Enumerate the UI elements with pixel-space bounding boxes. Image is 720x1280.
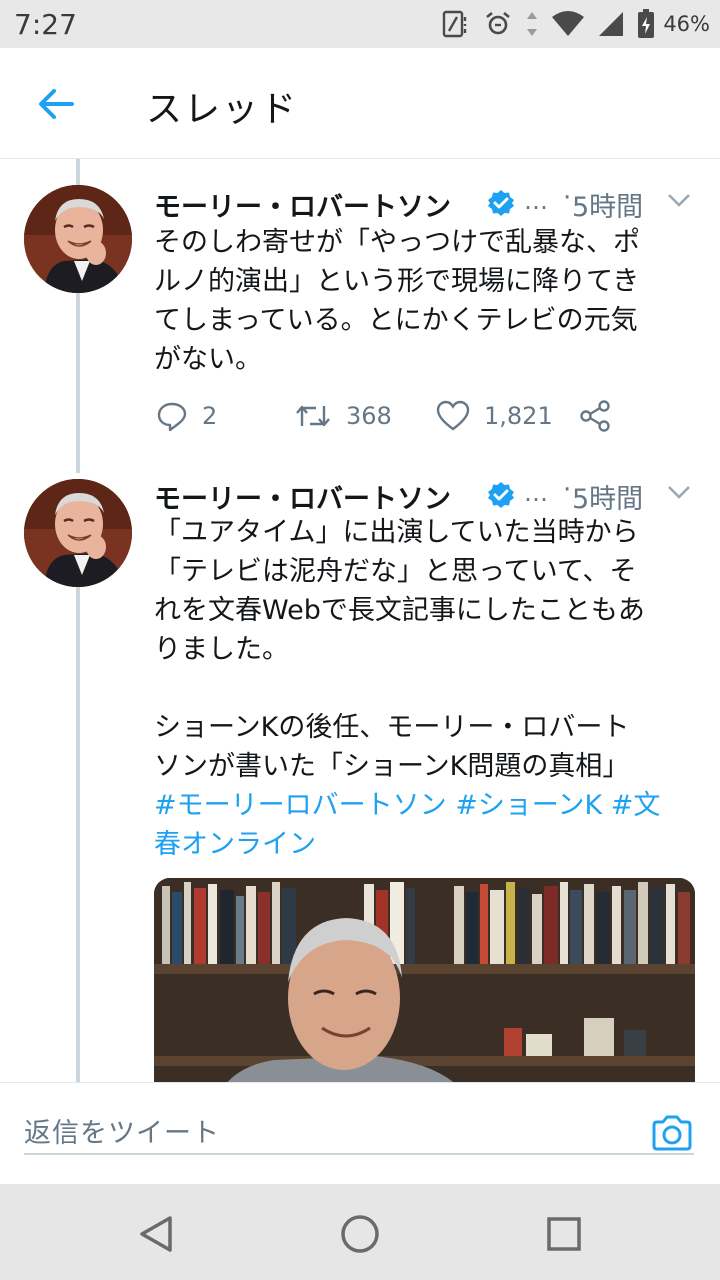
status-time: 7:27 (14, 8, 77, 41)
tweet-text: そのしわ寄せが「やっつけで乱暴な、ポ ルノ的演出」という形で現場に降りてき てし… (154, 227, 640, 375)
tweet-text: 「ユアタイム」に出演していた当時から 「テレビは泥舟だな」と思っていて、そ れを… (154, 517, 645, 782)
system-nav-bar (0, 1184, 720, 1280)
share-icon (580, 400, 610, 432)
data-arrows-icon (527, 12, 538, 36)
tweet-header: モーリー・ロバートソン … · 5時間 (154, 183, 699, 225)
thread-connector (76, 159, 80, 185)
share-button[interactable] (578, 396, 612, 436)
thread-connector (76, 293, 80, 473)
chevron-down-icon[interactable] (666, 189, 692, 211)
author-name[interactable]: モーリー・ロバートソン (154, 185, 451, 224)
top-app-bar: スレッド (0, 48, 720, 159)
alarm-icon (486, 11, 511, 35)
nav-back-icon[interactable] (134, 1212, 178, 1256)
verified-badge-icon (488, 190, 514, 216)
battery-percent: 46% (663, 12, 710, 36)
reply-button[interactable]: 2 (156, 396, 217, 436)
retweet-count: 368 (346, 402, 392, 430)
cell-signal-icon (599, 12, 624, 36)
heart-icon (436, 400, 470, 431)
reply-placeholder: 返信をツイート (24, 1118, 220, 1149)
reply-input[interactable]: 返信をツイート (24, 1105, 694, 1155)
chevron-down-icon[interactable] (666, 481, 692, 503)
page-title: スレッド (146, 89, 299, 130)
tweet-time: 5時間 (572, 484, 644, 515)
camera-icon[interactable] (650, 1113, 694, 1153)
author-name[interactable]: モーリー・ロバートソン (154, 477, 451, 516)
battery-icon (638, 9, 655, 38)
separator-dot: · (563, 475, 572, 505)
thread-connector (76, 587, 80, 1082)
like-count: 1,821 (484, 402, 553, 430)
like-button[interactable]: 1,821 (436, 396, 553, 436)
status-icons: 46% (441, 8, 710, 40)
retweet-icon (296, 405, 330, 427)
tweet-time: 5時間 (572, 192, 644, 223)
tweet-header: モーリー・ロバートソン … · 5時間 (154, 475, 699, 517)
name-ellipsis: … (524, 479, 548, 507)
verified-badge-icon (488, 482, 514, 508)
status-bar: 7:27 46% (0, 0, 720, 48)
reply-icon (157, 402, 187, 432)
reply-count: 2 (202, 402, 218, 430)
name-ellipsis: … (524, 187, 548, 215)
separator-dot: · (563, 183, 572, 213)
wifi-icon (552, 11, 585, 36)
tweet-actions: 2 368 1,821 (154, 396, 624, 436)
nav-recents-icon[interactable] (542, 1212, 586, 1256)
back-arrow-icon[interactable] (36, 86, 76, 122)
nav-home-icon[interactable] (338, 1212, 382, 1256)
tweet-media-image[interactable] (154, 878, 695, 1082)
avatar[interactable] (24, 185, 132, 293)
tweet-hashtags[interactable]: #モーリーロバートソン #ショーンK #文 春オンライン (154, 786, 699, 864)
thread-timeline[interactable]: モーリー・ロバートソン … · 5時間 そのしわ寄せが「やっつけで乱暴な、ポ ル… (0, 159, 720, 1082)
avatar[interactable] (24, 479, 132, 587)
nfc-icon (443, 10, 467, 38)
reply-bar: 返信をツイート (0, 1082, 720, 1185)
retweet-button[interactable]: 368 (294, 396, 392, 436)
